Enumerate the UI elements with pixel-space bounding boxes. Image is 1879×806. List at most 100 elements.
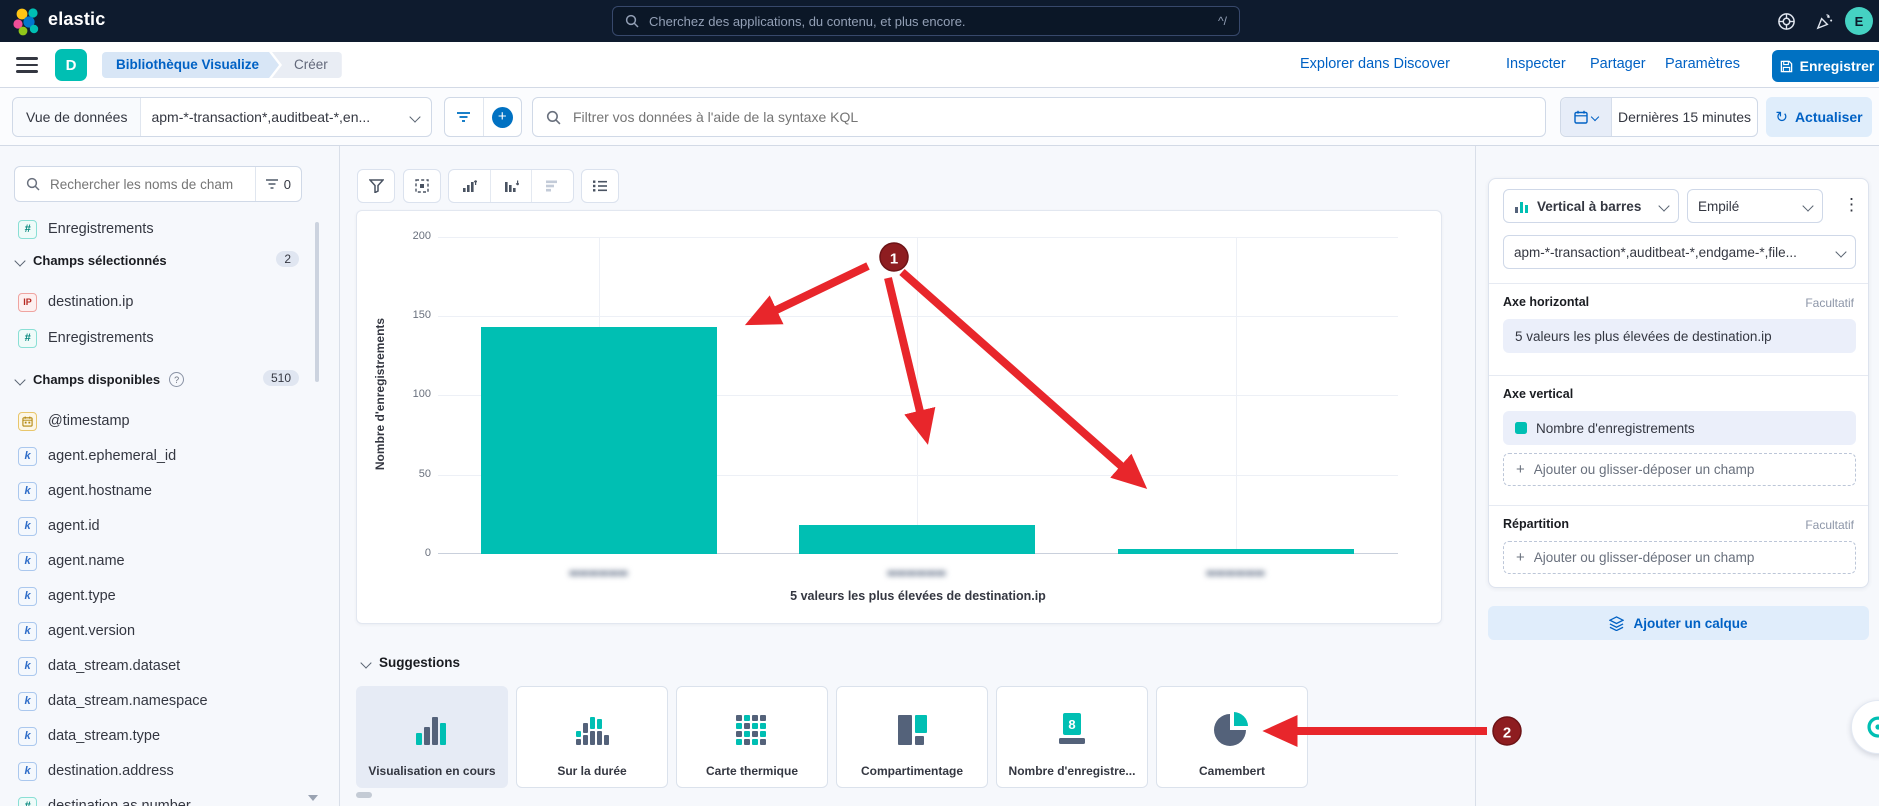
menu-icon[interactable] [16, 57, 38, 73]
calendar-button[interactable] [1561, 98, 1612, 136]
ip-field-icon: IP [18, 293, 37, 312]
kql-input[interactable] [571, 108, 1545, 126]
field-item[interactable]: k data_stream.dataset [18, 655, 308, 677]
keyword-field-icon: k [18, 482, 37, 501]
field-item-timestamp[interactable]: @timestamp [18, 410, 308, 432]
bar-series-3[interactable] [1118, 549, 1354, 554]
records-field-item[interactable]: # Enregistrements [18, 218, 308, 240]
field-item[interactable]: k data_stream.type [18, 725, 308, 747]
metric-icon: 8 [997, 703, 1147, 755]
layers-icon [1609, 616, 1624, 631]
fit-frame-button[interactable] [403, 169, 441, 203]
horizontal-bars-icon [545, 179, 560, 193]
heatmap-icon [677, 703, 827, 755]
sort-descending-button[interactable] [491, 170, 533, 202]
suggestion-metric[interactable]: 8 Nombre d'enregistre... [996, 686, 1148, 788]
time-range-picker: Dernières 15 minutes [1560, 97, 1758, 137]
field-item[interactable]: k agent.version [18, 620, 308, 642]
keyword-field-icon: k [18, 727, 37, 746]
add-layer-button[interactable]: Ajouter un calque [1488, 606, 1869, 640]
scroll-down-icon[interactable] [308, 795, 318, 801]
optional-label: Facultatif [1805, 518, 1854, 532]
breadcrumb-visualize-library[interactable]: Bibliothèque Visualize [102, 52, 279, 78]
filter-icon [456, 111, 471, 123]
vertical-axis-title: Axe vertical [1503, 387, 1573, 401]
field-item[interactable]: # destination.as.number [18, 795, 308, 806]
chart-type-dropdown[interactable]: Vertical à barres [1503, 189, 1679, 223]
breakdown-add-field[interactable]: + Ajouter ou glisser-déposer un champ [1503, 541, 1856, 574]
more-options-icon[interactable]: ⋮ [1843, 195, 1860, 215]
field-item[interactable]: k agent.name [18, 550, 308, 572]
available-fields-section[interactable]: Champs disponibles ? [16, 372, 184, 387]
time-range-value[interactable]: Dernières 15 minutes [1612, 109, 1757, 125]
visualization-config-panel: Vertical à barres Empilé ⋮ apm-*-transac… [1475, 146, 1879, 806]
info-icon: ? [169, 372, 184, 387]
space-avatar[interactable]: D [55, 49, 87, 81]
explore-in-discover-link[interactable]: Explorer dans Discover [1300, 56, 1450, 72]
avatar[interactable]: E [1845, 7, 1873, 35]
field-item[interactable]: k agent.type [18, 585, 308, 607]
suggestion-over-time[interactable]: Sur la durée [516, 686, 668, 788]
help-icon[interactable] [1774, 9, 1798, 33]
global-search[interactable]: ^/ [612, 6, 1240, 36]
data-view-label: Vue de données [13, 98, 141, 136]
plus-icon: + [1516, 461, 1525, 478]
field-item-destination-ip[interactable]: IP destination.ip [18, 291, 308, 313]
horizontal-bars-button-disabled[interactable] [532, 170, 573, 202]
vertical-axis-add-field[interactable]: + Ajouter ou glisser-déposer un champ [1503, 453, 1856, 486]
selected-fields-count-badge: 2 [276, 251, 299, 267]
layer-data-view-dropdown[interactable]: apm-*-transaction*,auditbeat-*,endgame-*… [1503, 235, 1856, 269]
y-tick-label: 100 [393, 388, 431, 400]
suggestion-pie[interactable]: Camembert [1156, 686, 1308, 788]
suggestions-section-header[interactable]: Suggestions [362, 655, 460, 670]
field-item[interactable]: k agent.ephemeral_id [18, 445, 308, 467]
date-field-icon [18, 412, 37, 431]
add-filter-button[interactable]: + [484, 98, 522, 136]
refresh-button[interactable]: ↻ Actualiser [1766, 97, 1872, 137]
keyword-field-icon: k [18, 552, 37, 571]
field-filter-count: 0 [284, 177, 291, 192]
field-item[interactable]: k agent.id [18, 515, 308, 537]
stack-mode-dropdown[interactable]: Empilé [1687, 189, 1823, 223]
newsfeed-icon[interactable] [1812, 9, 1836, 33]
share-link[interactable]: Partager [1590, 56, 1646, 72]
field-search-box[interactable]: 0 [14, 166, 302, 202]
field-item-records[interactable]: # Enregistrements [18, 327, 308, 349]
y-tick-label: 150 [393, 309, 431, 321]
suggestion-treemap[interactable]: Compartimentage [836, 686, 988, 788]
field-search-input[interactable] [48, 176, 255, 193]
bar-series-2[interactable] [799, 525, 1035, 554]
field-item[interactable]: k destination.address [18, 760, 308, 782]
number-field-icon: # [18, 220, 37, 239]
keyword-field-icon: k [18, 762, 37, 781]
suggestion-heatmap[interactable]: Carte thermique [676, 686, 828, 788]
field-filter-button[interactable]: 0 [255, 167, 301, 201]
selected-fields-section[interactable]: Champs sélectionnés [16, 253, 167, 268]
breadcrumb-create: Créer [272, 52, 342, 78]
sidebar-scrollbar[interactable] [315, 222, 319, 382]
frame-icon [414, 178, 430, 194]
data-view-value: apm-*-transaction*,auditbeat-*,en... [141, 109, 411, 125]
save-button[interactable]: Enregistrer [1772, 50, 1879, 82]
breakdown-title: Répartition [1503, 517, 1569, 531]
keyword-field-icon: k [18, 587, 37, 606]
settings-link[interactable]: Paramètres [1665, 56, 1740, 72]
suggestions-scrollbar[interactable] [356, 792, 372, 798]
legend-button[interactable] [581, 169, 619, 203]
suggestion-current-visualization[interactable]: Visualisation en cours [356, 686, 508, 788]
chart-filter-button[interactable] [357, 169, 395, 203]
data-view-picker[interactable]: Vue de données apm-*-transaction*,auditb… [12, 97, 432, 137]
chevron-down-icon [360, 657, 371, 668]
horizontal-axis-dimension[interactable]: 5 valeurs les plus élevées de destinatio… [1503, 319, 1856, 353]
sort-ascending-button[interactable] [449, 170, 491, 202]
field-item[interactable]: k agent.hostname [18, 480, 308, 502]
bar-series-1[interactable] [481, 327, 717, 554]
filter-menu-button[interactable] [445, 98, 484, 136]
chevron-down-icon [1835, 246, 1846, 257]
field-item[interactable]: k data_stream.namespace [18, 690, 308, 712]
global-search-input[interactable] [647, 13, 1210, 30]
inspect-link[interactable]: Inspecter [1506, 56, 1566, 72]
assistant-swirl-icon [1865, 714, 1879, 740]
vertical-axis-dimension[interactable]: Nombre d'enregistrements [1503, 411, 1856, 445]
kql-search-box[interactable] [532, 97, 1546, 137]
